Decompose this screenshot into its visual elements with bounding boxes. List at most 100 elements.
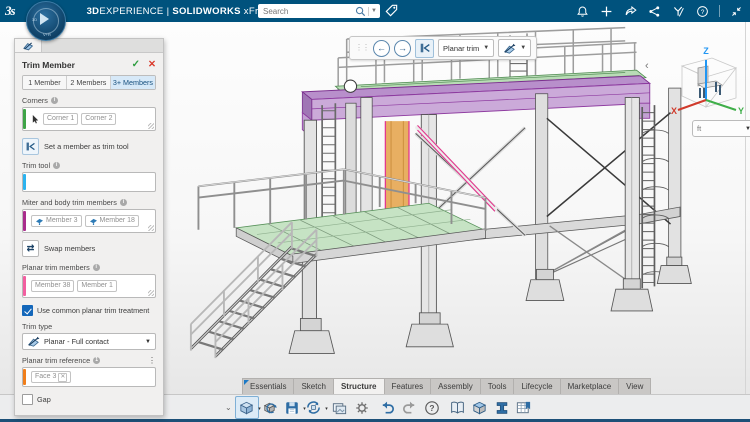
notifications-bell-icon[interactable] [575,4,590,19]
toolbar-expand-chevron[interactable]: ⌄ [222,403,235,412]
collapse-icon[interactable] [729,4,744,19]
member-chip[interactable]: Member 1 [77,280,117,292]
planar-ref-selection-box[interactable]: Face 3 ✕ [22,367,156,387]
gap-label: Gap [37,395,51,404]
update-icon[interactable]: ▾ [303,397,328,418]
member-icon [36,218,43,225]
swap-members-button[interactable]: ⇄ [22,240,39,257]
tab-essentials[interactable]: Essentials [243,379,295,395]
tab-sketch[interactable]: Sketch [294,379,334,395]
swap-members-label: Swap members [44,244,96,253]
units-dropdown-arrow-icon: ▼ [745,125,750,132]
next-button[interactable]: → [394,39,411,57]
corner-chip[interactable]: Corner 2 [81,113,117,125]
orientation-triad[interactable]: Z X Y [664,44,746,127]
tab-3plus-members[interactable]: 3+ Members [110,76,155,89]
resize-handle[interactable] [148,290,154,296]
toolbar-grip-icon[interactable]: ⋮⋮ [355,44,370,52]
corners-accent-bar [23,109,26,129]
3dexperience-compass[interactable]: 3D V+R [26,1,66,41]
tab-1-member[interactable]: 1 Member [23,76,67,89]
cancel-x-icon[interactable]: ✕ [148,59,156,70]
tab-tools[interactable]: Tools [481,379,515,395]
search-options-chevron-icon[interactable]: ▼ [371,8,377,14]
collab-icon[interactable] [671,4,686,19]
set-trim-tool-label: Set a member as trim tool [44,142,129,151]
redo-icon[interactable] [399,397,421,418]
tab-features[interactable]: Features [385,379,432,395]
planar-members-selection-box[interactable]: Member 38 Member 1 [22,274,156,298]
add-plus-icon[interactable] [599,4,614,19]
trim-tool-selection-box[interactable] [22,172,156,192]
tab-view[interactable]: View [619,379,650,395]
compass-play-icon [40,13,49,25]
y-axis [705,99,737,111]
settings-gear-icon[interactable] [351,397,373,418]
miter-selection-box[interactable]: Member 3 Member 18 [22,209,156,233]
units-dropdown[interactable]: ft ▼ [692,120,750,137]
left-ladder[interactable] [321,103,337,226]
planar-members-label: Planar trim members [22,263,90,272]
panel-collapse-chevron[interactable]: ‹ [645,60,649,72]
tab-lifecycle[interactable]: Lifecycle [514,379,561,395]
tag-icon[interactable] [384,3,399,18]
brand-separator: | [166,5,170,17]
more-options-icon[interactable]: ⋮ [148,356,156,364]
planar-trim-icon [504,43,516,54]
bom-table-icon[interactable] [513,397,535,418]
search-box[interactable]: ▼ [258,4,380,18]
corners-selection-box[interactable]: Corner 1 Corner 2 [22,107,156,131]
context-toolbar: ⋮⋮ ← → Planar trim ▼ ▼ [349,36,538,60]
search-icon[interactable] [355,6,366,17]
member-chip[interactable]: Member 3 [31,215,82,227]
face-chip[interactable]: Face 3 ✕ [31,371,72,383]
tab-structure[interactable]: Structure [333,379,385,395]
lower-deck[interactable] [234,202,487,266]
help-circle-icon[interactable]: ? [421,397,443,418]
trim-tool-accent-bar [23,174,26,190]
catalog-book-icon[interactable] [447,397,469,418]
member-chip[interactable]: Member 38 [31,280,75,292]
share-network-icon[interactable] [647,4,662,19]
search-input[interactable] [261,5,356,17]
export-image-icon[interactable] [329,397,351,418]
info-icon[interactable]: i [92,264,100,271]
units-value: ft [697,124,702,133]
previous-button[interactable]: ← [373,39,390,57]
search-divider [368,6,370,16]
trim-member-icon [22,41,33,50]
info-icon[interactable]: i [53,162,61,169]
remove-chip-icon[interactable]: ✕ [58,372,68,382]
share-arrow-icon[interactable] [623,4,638,19]
set-trim-tool-button[interactable] [22,138,39,155]
common-treatment-checkbox[interactable] [22,305,33,316]
save-icon[interactable]: ▾ [281,397,306,418]
corner-chip[interactable]: Corner 1 [43,113,79,125]
solid-cube-icon[interactable] [469,397,491,418]
ribbon-tab-bar: Essentials Sketch Structure Features Ass… [242,378,652,395]
resize-handle[interactable] [148,123,154,129]
trim-mode-dropdown[interactable]: Planar trim ▼ [438,39,495,57]
info-icon[interactable]: i [50,97,58,104]
resize-handle[interactable] [148,225,154,231]
planar-members-accent-bar [23,276,26,296]
common-treatment-label: Use common planar trim treatment [37,306,150,315]
info-icon[interactable]: 1 [93,357,101,364]
tab-assembly[interactable]: Assembly [431,379,481,395]
drag-handle-sphere[interactable] [343,79,358,93]
set-trim-tool-icon[interactable] [415,38,434,58]
confirm-check-icon[interactable]: ✓ [132,59,140,70]
tab-marketplace[interactable]: Marketplace [561,379,620,395]
member-chip[interactable]: Member 18 [84,215,139,227]
help-icon[interactable]: ? [695,4,710,19]
gap-checkbox[interactable] [22,394,33,405]
info-icon[interactable]: i [119,199,127,206]
trim-type-icon-dropdown[interactable]: ▼ [498,39,532,57]
panel-tab[interactable] [15,39,42,52]
tab-2-members[interactable]: 2 Members [66,76,111,89]
new-model-icon[interactable]: ▾ [234,396,261,419]
structure-member-icon[interactable] [491,397,513,418]
trim-type-dropdown[interactable]: Planar - Full contact ▼ [22,333,156,350]
undo-icon[interactable] [377,397,399,418]
rebuild-icon[interactable] [259,397,281,418]
